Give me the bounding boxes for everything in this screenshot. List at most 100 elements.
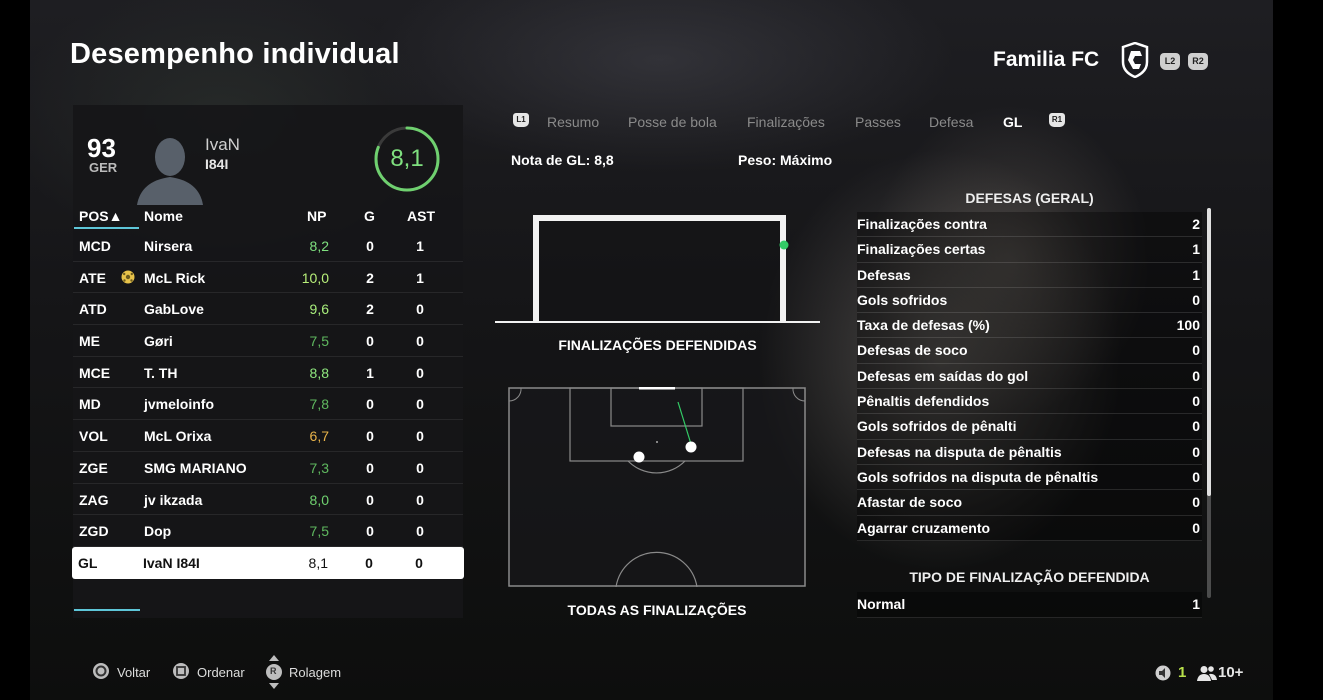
player-silhouette-icon — [137, 138, 203, 205]
player-count: 10+ — [1218, 664, 1244, 681]
row-rating: 8,2 — [309, 238, 329, 254]
col-g-header[interactable]: G — [364, 208, 375, 224]
sort-indicator — [74, 227, 139, 229]
table-row[interactable]: MCD Nirsera 8,2 0 1 — [73, 230, 463, 262]
row-rating: 7,5 — [309, 333, 329, 350]
row-rating: 7,3 — [309, 459, 329, 476]
shot-type-title: TIPO DE FINALIZAÇÃO DEFENDIDA — [909, 569, 1150, 585]
stat-label: Gols sofridos na disputa de pênaltis — [857, 468, 1099, 485]
table-row[interactable]: ZAG jv ikzada 8,0 0 0 — [73, 484, 463, 516]
row-assists: 0 — [416, 459, 424, 476]
row-position: ME — [79, 333, 100, 350]
letterbox-right — [1273, 0, 1323, 700]
col-name-header[interactable]: Nome — [144, 208, 183, 224]
row-position: GL — [78, 554, 98, 571]
stat-value: 0 — [1192, 494, 1200, 511]
row-rating: 9,6 — [309, 301, 329, 318]
tab-finalizacoes[interactable]: Finalizações — [747, 114, 825, 130]
row-rating: 10,0 — [301, 269, 329, 286]
player-position: GER — [89, 160, 118, 175]
row-player-name: jvmeloinfo — [144, 396, 215, 413]
row-goals: 1 — [366, 364, 374, 381]
row-goals: 0 — [366, 523, 374, 540]
shot-point — [685, 441, 697, 453]
table-row[interactable]: GL IvaN I84I 8,1 0 0 — [72, 546, 464, 579]
table-row[interactable]: ZGE SMG MARIANO 7,3 0 0 — [73, 452, 463, 484]
row-rating: 8,8 — [309, 364, 329, 381]
row-assists: 0 — [416, 523, 424, 540]
stat-row: Gols sofridos na disputa de pênaltis 0 — [857, 464, 1202, 491]
club-crest-icon — [1121, 42, 1149, 78]
match-rating: 8,1 — [390, 145, 424, 172]
row-player-name: Gøri — [144, 333, 173, 350]
col-pos-header[interactable]: POS▲ — [79, 208, 122, 224]
table-row[interactable]: MCE T. TH 8,8 1 0 — [73, 357, 463, 389]
stats-scrollbar-thumb[interactable] — [1207, 208, 1211, 496]
table-row[interactable]: ME Gøri 7,5 0 0 — [73, 325, 463, 357]
table-row[interactable]: ATD GabLove 9,6 2 0 — [73, 293, 463, 326]
row-assists: 1 — [416, 269, 424, 286]
back-label: Voltar — [117, 665, 151, 680]
shot-type-row: Normal 1 — [857, 592, 1202, 618]
row-position: MD — [79, 396, 101, 413]
square-button-icon — [173, 663, 189, 679]
player-tag: I84I — [205, 156, 229, 172]
club-name: Familia FC — [993, 48, 1100, 71]
table-row[interactable]: VOL McL Orixa 6,7 0 0 — [73, 420, 463, 452]
screen: Desempenho individual Familia FC L2 R2 9… — [0, 0, 1323, 700]
row-assists: 0 — [416, 333, 424, 350]
stat-value: 0 — [1192, 519, 1200, 536]
row-position: ZGD — [79, 523, 109, 540]
table-row[interactable]: ZGD Dop 7,5 0 0 — [73, 515, 463, 547]
r2-button[interactable]: R2 — [1188, 53, 1208, 70]
stat-label: Defesas em saídas do gol — [857, 367, 1029, 384]
stat-label: Defesas na disputa de pênaltis — [857, 443, 1062, 460]
stat-row: Taxa de defesas (%) 100 — [857, 313, 1202, 339]
table-row[interactable]: ATE McL Rick 10,0 2 1 — [73, 262, 463, 294]
col-np-header[interactable]: NP — [307, 208, 326, 224]
players-icon — [1197, 666, 1217, 681]
tab-defesa[interactable]: Defesa — [929, 114, 973, 130]
row-assists: 1 — [416, 238, 424, 254]
stat-label: Finalizações contra — [857, 216, 987, 232]
gk-rating: Nota de GL: 8,8 — [511, 152, 614, 168]
stats-section-title: DEFESAS (GERAL) — [965, 190, 1094, 206]
stat-label: Gols sofridos — [857, 291, 948, 308]
right-stick-key: R — [270, 666, 277, 676]
row-player-name: GabLove — [144, 301, 204, 318]
tab-passes[interactable]: Passes — [855, 114, 901, 130]
stat-label: Gols sofridos de pênalti — [857, 418, 1017, 435]
stat-row: Pênaltis defendidos 0 — [857, 389, 1202, 415]
tab-posse[interactable]: Posse de bola — [628, 114, 717, 130]
row-rating: 8,0 — [309, 491, 329, 508]
page-title: Desempenho individual — [70, 38, 400, 70]
stat-row: Agarrar cruzamento 0 — [857, 515, 1202, 541]
man-of-the-match-icon — [121, 270, 135, 284]
row-player-name: T. TH — [144, 364, 178, 381]
tab-gl[interactable]: GL — [1003, 114, 1022, 130]
l2-button[interactable]: L2 — [1160, 53, 1180, 70]
stat-label: Agarrar cruzamento — [857, 519, 991, 536]
stat-row: Defesas em saídas do gol 0 — [857, 363, 1202, 390]
stat-label: Pênaltis defendidos — [857, 393, 990, 410]
letterbox-left — [0, 0, 30, 700]
row-player-name: IvaN I84I — [143, 554, 200, 571]
row-rating: 6,7 — [309, 428, 329, 445]
table-row[interactable]: MD jvmeloinfo 7,8 0 0 — [73, 388, 463, 421]
col-ast-header[interactable]: AST — [407, 208, 435, 224]
r1-button[interactable]: R1 — [1049, 113, 1065, 127]
l1-button[interactable]: L1 — [513, 113, 529, 127]
row-rating: 8,1 — [308, 554, 328, 571]
stat-row: Defesas na disputa de pênaltis 0 — [857, 439, 1202, 465]
stat-value: 1 — [1192, 241, 1200, 258]
row-player-name: Nirsera — [144, 238, 193, 254]
row-goals: 0 — [365, 554, 373, 571]
rating-weight: Peso: Máximo — [738, 152, 833, 168]
row-goals: 0 — [366, 491, 374, 508]
row-position: ZAG — [79, 491, 109, 508]
row-goals: 2 — [366, 301, 374, 318]
stat-value: 0 — [1192, 443, 1200, 460]
stat-row: Finalizações contra 2 — [857, 212, 1202, 238]
tab-resumo[interactable]: Resumo — [547, 114, 599, 130]
player-card: 93 GER IvaN I84I 8,1 — [73, 105, 463, 205]
